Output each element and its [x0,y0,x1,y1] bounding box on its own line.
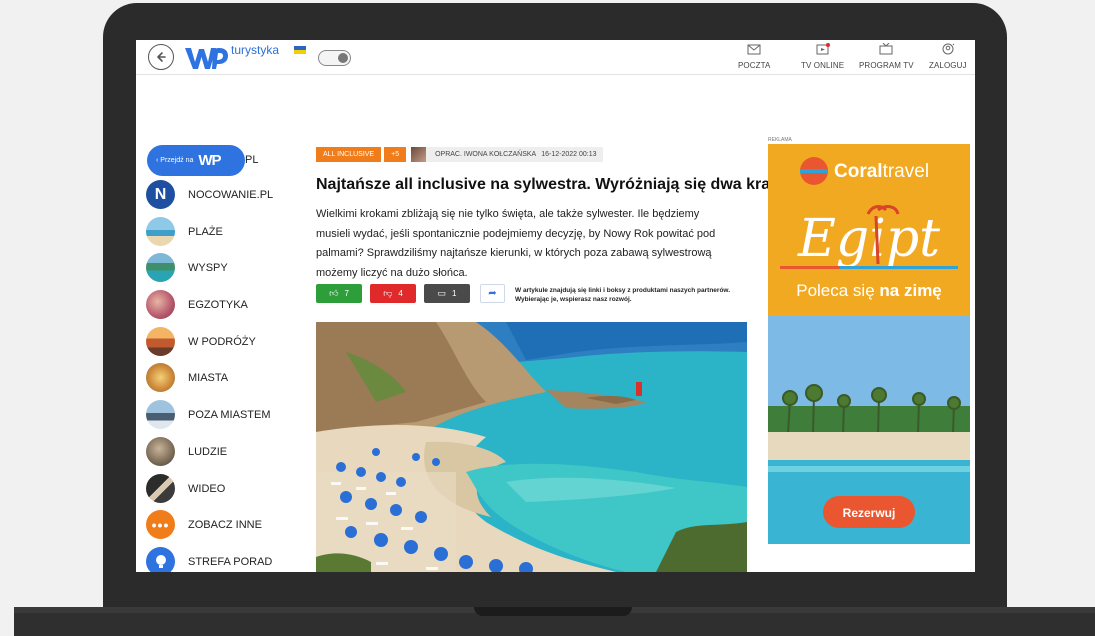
ad-label: REKLAMA [768,137,792,143]
sidebar-item-nocowanie[interactable]: N NOCOWANIE.PL [146,180,273,209]
article-hero-image[interactable] [316,322,747,572]
ad-brand: Coraltravel [834,161,929,182]
sidebar-item-label: LUDZIE [188,445,228,458]
go-to-wp-label: Przejdź na [160,157,194,164]
nav-poczta[interactable]: POCZTA [738,43,770,70]
sidebar-item-label: MIASTA [188,371,229,384]
island-thumb [146,253,175,282]
exotic-thumb [146,290,175,319]
nav-program-tv[interactable]: PROGRAM TV [859,43,914,70]
user-icon [942,43,955,55]
travel-thumb [146,327,175,356]
sidebar-item-label: EGZOTYKA [188,298,248,311]
ad-banner[interactable]: Coraltravel Egipt Poleca się na zimę Rez… [768,144,970,544]
article-title: Najtańsze all inclusive na sylwestra. Wy… [316,176,784,193]
ad-tagline: Poleca się na zimę [796,281,942,300]
author-box: OPRAC. IWONA KOŁCZAŃSKA 16-12-2022 00:13 [411,146,603,162]
mail-icon [747,44,761,55]
people-thumb [146,437,175,466]
sidebar-item-label: STREFA PORAD [188,555,273,568]
tv-online-icon [816,43,830,55]
arrow-left-icon [157,52,166,62]
sidebar-item-strefa-porad[interactable]: STREFA PORAD [146,547,272,572]
comment-icon: ▭ [437,288,447,298]
city-thumb [146,363,175,392]
like-button[interactable]: 👍︎ 7 [316,284,362,303]
sidebar-item-ludzie[interactable]: LUDZIE [146,437,227,466]
sidebar-item-label: PLAŻE [188,225,223,238]
publish-date: 16-12-2022 00:13 [541,150,597,158]
sidebar-item-wideo[interactable]: WIDEO [146,474,225,503]
nav-tv-online[interactable]: TV ONLINE [801,43,844,70]
beach-thumb [146,217,175,246]
go-to-wp-button[interactable]: ‹ Przejdź na WP [147,145,245,176]
thumbs-down-icon: 👎︎ [383,288,393,298]
top-bar: turystyka POCZTA TV ONLINE PROGRAM TV ZA… [136,40,975,75]
affiliate-note: W artykule znajdują się linki i boksy z … [515,287,731,303]
wp-logo-small: WP [198,152,221,169]
author-name: OPRAC. IWONA KOŁCZAŃSKA [435,150,537,158]
reserve-button-label: Rezerwuj [843,506,896,520]
reaction-bar: 👍︎ 7 👎︎ 4 ▭ 1 ➦ [316,284,505,303]
countryside-thumb [146,400,175,429]
sidebar-item-label: POZA MIASTEM [188,408,271,421]
sidebar-item-label: W PODRÓŻY [188,335,256,348]
nav-zaloguj[interactable]: ZALOGUJ [929,43,967,70]
video-thumb [146,474,175,503]
nav-label: TV ONLINE [801,61,845,70]
ukraine-flag-icon [294,46,306,54]
author-avatar [411,146,427,162]
sidebar-item-miasta[interactable]: MIASTA [146,363,228,392]
back-button[interactable] [148,44,174,70]
ad-headline: Egipt [797,209,940,269]
section-name[interactable]: turystyka [231,43,279,57]
dark-mode-toggle[interactable] [318,50,351,66]
share-icon: ➦ [488,288,497,299]
sidebar-item-label: WIDEO [188,482,226,495]
nav-label: POCZTA [738,61,771,70]
sidebar-item-zobacz-inne[interactable]: ••• ZOBACZ INNE [146,510,262,539]
like-count: 7 [344,289,349,298]
more-tags-badge[interactable]: +5 [384,146,407,162]
sidebar-item-label: NOCOWANIE.PL [188,188,274,201]
category-tag[interactable]: ALL INCLUSIVE [316,146,382,162]
dislike-button[interactable]: 👎︎ 4 [370,284,416,303]
screen: turystyka POCZTA TV ONLINE PROGRAM TV ZA… [136,40,975,572]
sidebar-item-plaze[interactable]: PLAŻE [146,217,223,246]
sidebar-item-w-podrozy[interactable]: W PODRÓŻY [146,327,256,356]
nav-label: ZALOGUJ [929,61,967,70]
article-lead: Wielkimi krokami zbliżają się nie tylko … [316,208,716,279]
article-meta: ALL INCLUSIVE +5 OPRAC. IWONA KOŁCZAŃSKA… [316,146,603,162]
laptop-notch [474,607,632,616]
sidebar-item-wyspy[interactable]: WYSPY [146,253,228,282]
wp-logo[interactable] [183,43,229,73]
sidebar-item-label: WYSPY [188,261,228,274]
nocowanie-icon: N [146,180,175,209]
tv-program-icon [879,43,893,55]
more-icon: ••• [146,510,175,539]
sidebar-item-label: ZOBACZ INNE [188,518,262,531]
comments-button[interactable]: ▭ 1 [424,284,470,303]
sidebar-item-partial-label: PL [245,154,259,166]
nav-label: PROGRAM TV [859,61,914,70]
bulb-icon [146,547,175,572]
dislike-count: 4 [398,289,403,298]
sidebar-item-poza-miastem[interactable]: POZA MIASTEM [146,400,271,429]
comment-count: 1 [452,289,457,298]
sidebar-item-egzotyka[interactable]: EGZOTYKA [146,290,248,319]
share-button[interactable]: ➦ [480,284,505,303]
thumbs-up-icon: 👍︎ [329,288,339,298]
